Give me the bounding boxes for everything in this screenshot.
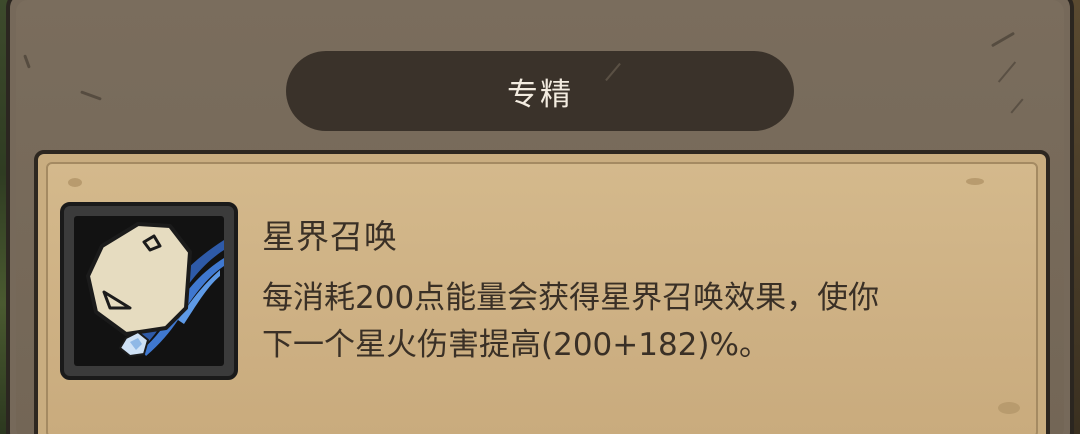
skill-icon-frame[interactable] xyxy=(60,202,238,380)
parchment-speck xyxy=(998,402,1020,414)
panel-title: 专精 xyxy=(507,76,573,113)
skill-name: 星界召唤 xyxy=(262,217,398,256)
skill-description-line: 每消耗200点能量会获得星界召唤效果，使你 xyxy=(262,280,880,316)
skill-description-line: 下一个星火伤害提高(200+182)%。 xyxy=(262,327,770,363)
banner-scratch xyxy=(605,62,621,82)
game-screen: 专精 星界召唤 每消耗200点能量会获得星界召唤效果，使你 下一个星火伤害提高(… xyxy=(0,0,1080,434)
parchment-speck xyxy=(966,178,984,185)
skill-description: 每消耗200点能量会获得星界召唤效果，使你 下一个星火伤害提高(200+182)… xyxy=(262,275,982,369)
star-summon-icon xyxy=(86,222,224,357)
parchment-speck xyxy=(68,178,82,187)
title-banner: 专精 xyxy=(286,51,1024,131)
